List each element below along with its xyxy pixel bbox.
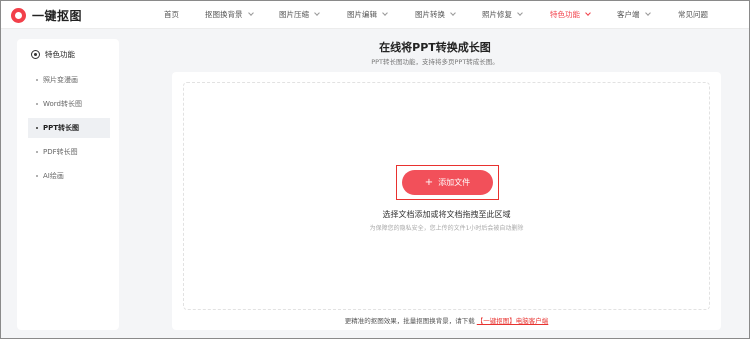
sidebar-heading-label: 特色功能 bbox=[45, 50, 75, 59]
nav-label: 抠图换背景 bbox=[205, 10, 243, 19]
bullet-icon bbox=[36, 79, 38, 81]
nav-label: 图片转换 bbox=[415, 10, 445, 19]
chevron-down-icon bbox=[450, 10, 456, 16]
sidebar-item-label: PDF转长图 bbox=[43, 148, 78, 156]
sidebar-item-label: Word转长图 bbox=[43, 100, 82, 108]
plus-icon: + bbox=[424, 176, 434, 188]
nav-item-repair[interactable]: 照片修复 bbox=[482, 9, 523, 20]
add-file-button-label: 添加文件 bbox=[438, 178, 471, 187]
nav-item-cutout[interactable]: 抠图换背景 bbox=[205, 9, 254, 20]
sidebar-item-label: 照片变漫画 bbox=[43, 76, 78, 84]
sidebar-item-word-to-long-image[interactable]: Word转长图 bbox=[28, 94, 110, 114]
chevron-down-icon bbox=[247, 10, 254, 16]
sidebar-heading: 特色功能 bbox=[31, 49, 75, 60]
target-icon bbox=[31, 50, 40, 59]
page-subtitle: PPT转长图功能，支持将多页PPT转成长图。 bbox=[371, 58, 499, 66]
nav-item-home[interactable]: 首页 bbox=[164, 9, 179, 20]
nav-item-features[interactable]: 特色功能 bbox=[550, 9, 591, 20]
nav-item-edit[interactable]: 图片编辑 bbox=[347, 9, 388, 20]
nav-label: 照片修复 bbox=[482, 10, 512, 19]
bullet-icon bbox=[36, 103, 38, 105]
privacy-note: 为保障您的隐私安全，您上传的文件1小时后会被自动删除 bbox=[369, 225, 524, 232]
desktop-client-link[interactable]: 【一键抠图】电脑客户端 bbox=[477, 317, 549, 325]
drop-hint: 选择文档添加或将文档拖拽至此区域 bbox=[382, 210, 511, 219]
sidebar-item-ai-painting[interactable]: AI绘画 bbox=[28, 166, 110, 186]
nav-item-compress[interactable]: 图片压缩 bbox=[279, 9, 320, 20]
chevron-down-icon bbox=[382, 10, 388, 16]
sidebar-item-ppt-to-long-image[interactable]: PPT转长图 bbox=[28, 118, 110, 138]
nav-item-convert[interactable]: 图片转换 bbox=[415, 9, 456, 20]
sidebar: 特色功能 照片变漫画 Word转长图 PPT转长图 PDF转长图 AI绘画 bbox=[17, 39, 119, 330]
bullet-icon bbox=[36, 151, 38, 153]
nav-label: 图片编辑 bbox=[347, 10, 377, 19]
chevron-down-icon bbox=[585, 10, 591, 16]
chevron-down-icon bbox=[517, 10, 523, 16]
bullet-icon bbox=[36, 175, 38, 177]
top-navbar: 一键抠图 首页 抠图换背景 图片压缩 图片编辑 图片转换 照片修复 特色功能 客… bbox=[1, 1, 749, 29]
nav-label: 客户端 bbox=[617, 10, 640, 19]
nav-item-client[interactable]: 客户端 bbox=[617, 9, 651, 20]
download-prompt-text: 更精准的抠图效果，批量抠图换背景，请下载 bbox=[344, 317, 475, 325]
download-prompt: 更精准的抠图效果，批量抠图换背景，请下载 【一键抠图】电脑客户端 bbox=[172, 315, 721, 325]
nav-label: 图片压缩 bbox=[279, 10, 309, 19]
sidebar-item-photo-to-comic[interactable]: 照片变漫画 bbox=[28, 70, 110, 90]
nav-label: 常见问题 bbox=[678, 10, 708, 19]
add-file-button[interactable]: + 添加文件 bbox=[402, 170, 493, 195]
bullet-icon bbox=[36, 127, 38, 129]
chevron-down-icon bbox=[644, 10, 651, 16]
sidebar-item-label: AI绘画 bbox=[43, 172, 64, 180]
chevron-down-icon bbox=[314, 10, 320, 16]
page-title: 在线将PPT转换成长图 bbox=[379, 41, 491, 54]
nav-label: 特色功能 bbox=[550, 10, 580, 19]
nav-item-faq[interactable]: 常见问题 bbox=[678, 9, 708, 20]
sidebar-item-pdf-to-long-image[interactable]: PDF转长图 bbox=[28, 142, 110, 162]
main-nav: 首页 抠图换背景 图片压缩 图片编辑 图片转换 照片修复 特色功能 客户端 常见… bbox=[1, 1, 749, 29]
nav-label: 首页 bbox=[164, 10, 179, 19]
sidebar-item-label: PPT转长图 bbox=[43, 124, 80, 132]
